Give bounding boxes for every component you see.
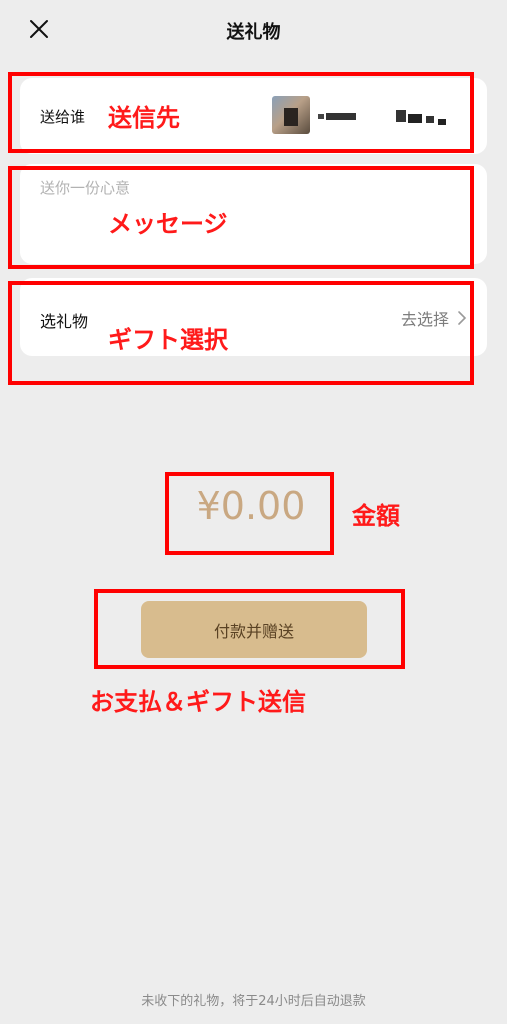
refund-note: 未收下的礼物，将于24小时后自动退款 (141, 994, 366, 1009)
annotation-label-recipient: 送信先 (108, 104, 180, 132)
annotation-label-pay: お支払＆ギフト送信 (90, 688, 306, 716)
gift-select-text: 去选择 (400, 310, 449, 329)
page-title: 送礼物 (226, 22, 281, 43)
pay-and-send-button[interactable]: 付款并赠送 (141, 601, 367, 658)
chevron-right-icon (458, 311, 467, 325)
amount-display: ¥0.00 (196, 484, 306, 528)
annotation-label-message: メッセージ (108, 210, 228, 238)
gift-select-button[interactable]: 去选择 (401, 306, 467, 330)
recipient-nickname-blurred (318, 110, 458, 125)
message-input[interactable] (40, 176, 460, 200)
recipient-avatar (272, 96, 310, 134)
top-bar: 送礼物 (0, 0, 507, 60)
gift-label: 选礼物 (40, 312, 89, 331)
recipient-label: 送给谁 (40, 108, 86, 126)
annotation-label-gift: ギフト選択 (108, 326, 228, 354)
annotation-label-amount: 金額 (352, 502, 400, 530)
